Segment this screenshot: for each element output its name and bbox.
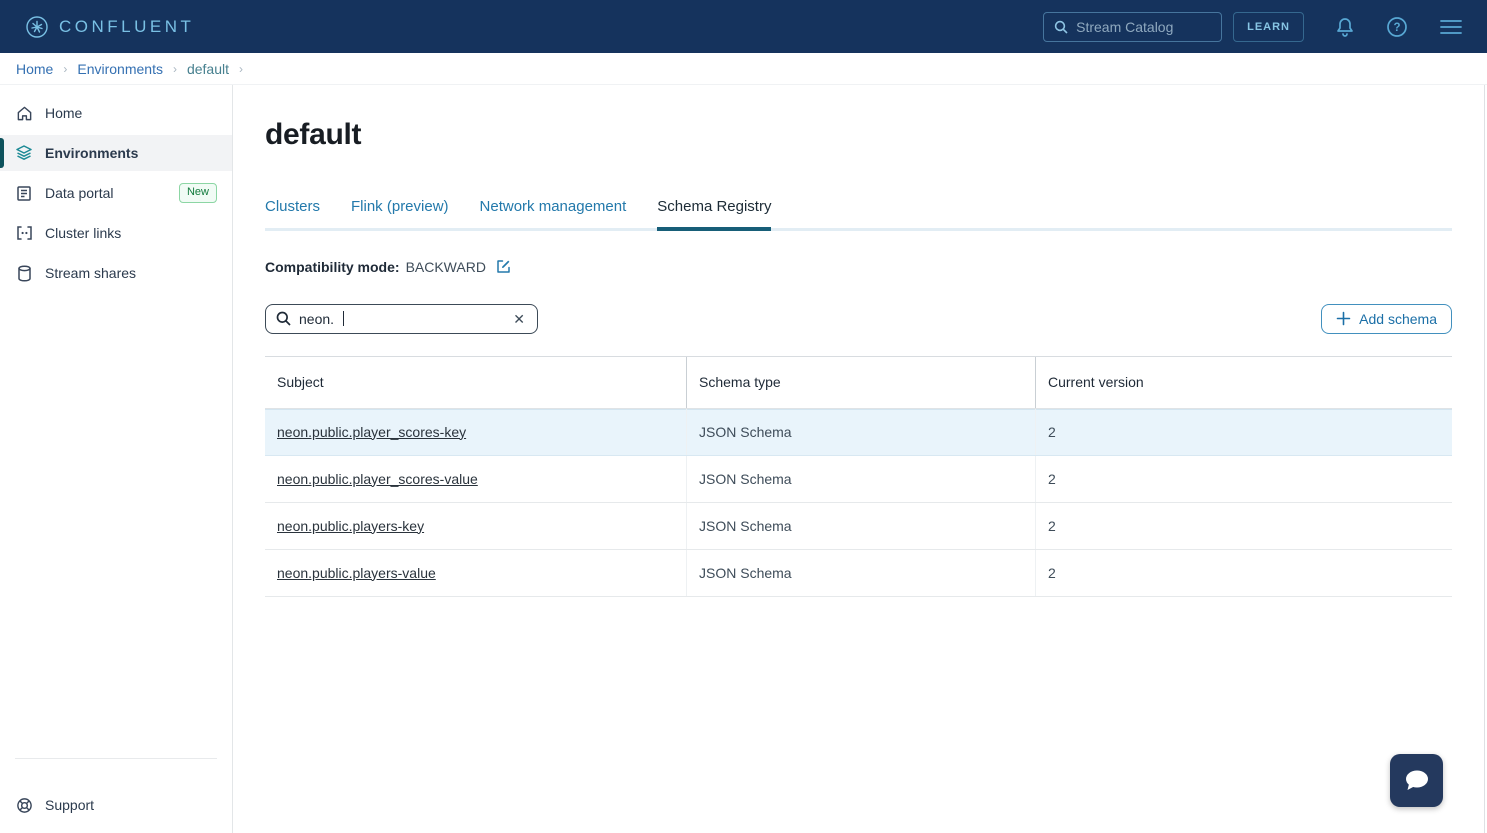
main-menu-button[interactable] <box>1439 18 1463 36</box>
subject-link[interactable]: neon.public.players-value <box>277 565 436 581</box>
tab-network-management[interactable]: Network management <box>480 198 627 231</box>
breadcrumb: Home › Environments › default › <box>0 53 1487 85</box>
sidebar-item-cluster-links[interactable]: Cluster links <box>0 215 232 251</box>
tab-flink-preview[interactable]: Flink (preview) <box>351 198 449 231</box>
compatibility-mode-label: Compatibility mode: <box>265 259 400 275</box>
breadcrumb-home[interactable]: Home <box>16 61 53 77</box>
lifebuoy-icon <box>15 797 33 814</box>
top-navbar: CONFLUENT Stream Catalog LEARN <box>0 0 1487 53</box>
schema-type-cell: JSON Schema <box>687 409 1036 455</box>
compatibility-mode-value: BACKWARD <box>406 259 486 275</box>
learn-button[interactable]: LEARN <box>1233 12 1304 42</box>
sidebar-item-label: Data portal <box>45 185 113 201</box>
main-content: default Clusters Flink (preview) Network… <box>233 85 1487 833</box>
table-toolbar: neon. ✕ Add schema <box>265 304 1452 334</box>
subject-link[interactable]: neon.public.players-key <box>277 518 424 534</box>
tab-schema-registry[interactable]: Schema Registry <box>657 198 771 231</box>
subject-link[interactable]: neon.public.player_scores-value <box>277 471 478 487</box>
confluent-logo-icon <box>25 15 49 39</box>
hamburger-icon <box>1439 18 1463 36</box>
chevron-right-icon: › <box>63 62 67 76</box>
sidebar-item-label: Support <box>45 797 94 813</box>
chevron-right-icon: › <box>173 62 177 76</box>
breadcrumb-environments[interactable]: Environments <box>77 61 163 77</box>
search-input-value: neon. <box>299 311 334 327</box>
column-header-subject[interactable]: Subject <box>265 357 687 408</box>
schema-type-cell: JSON Schema <box>687 503 1036 549</box>
sidebar-item-support[interactable]: Support <box>0 787 232 823</box>
scrollbar-track[interactable] <box>1484 85 1485 833</box>
add-schema-label: Add schema <box>1359 311 1437 327</box>
current-version-cell: 2 <box>1036 456 1452 502</box>
table-header-row: Subject Schema type Current version <box>265 357 1452 409</box>
table-row[interactable]: neon.public.players-value JSON Schema 2 <box>265 550 1452 597</box>
chat-bubble-icon <box>1402 767 1432 795</box>
table-row[interactable]: neon.public.player_scores-value JSON Sch… <box>265 456 1452 503</box>
sidebar-item-label: Home <box>45 105 82 121</box>
new-badge: New <box>179 183 217 202</box>
sidebar-item-label: Environments <box>45 145 138 161</box>
compatibility-mode-row: Compatibility mode: BACKWARD <box>265 259 1452 275</box>
tab-bar: Clusters Flink (preview) Network managem… <box>265 198 1452 231</box>
notifications-button[interactable] <box>1335 16 1355 38</box>
search-icon <box>276 311 291 326</box>
schema-type-cell: JSON Schema <box>687 456 1036 502</box>
sidebar: Home Environments Data portal New <box>0 85 233 833</box>
edit-pencil-icon <box>496 259 511 274</box>
sidebar-item-home[interactable]: Home <box>0 95 232 131</box>
sidebar-item-environments[interactable]: Environments <box>0 135 232 171</box>
svg-text:?: ? <box>1393 22 1400 34</box>
column-header-schema-type[interactable]: Schema type <box>687 357 1036 408</box>
sidebar-item-label: Cluster links <box>45 225 121 241</box>
clear-search-button[interactable]: ✕ <box>511 310 527 328</box>
chat-widget-button[interactable] <box>1390 754 1443 807</box>
environments-layers-icon <box>15 144 33 162</box>
column-header-current-version[interactable]: Current version <box>1036 357 1452 408</box>
confluent-brand[interactable]: CONFLUENT <box>25 15 194 39</box>
brand-name: CONFLUENT <box>59 17 194 37</box>
table-row[interactable]: neon.public.player_scores-key JSON Schem… <box>265 409 1452 456</box>
help-button[interactable]: ? <box>1386 16 1408 38</box>
sidebar-item-stream-shares[interactable]: Stream shares <box>0 255 232 291</box>
plus-icon <box>1336 311 1351 326</box>
subject-link[interactable]: neon.public.player_scores-key <box>277 424 466 440</box>
tab-clusters[interactable]: Clusters <box>265 198 320 231</box>
sidebar-divider <box>15 758 217 759</box>
database-cylinder-icon <box>15 265 33 282</box>
stream-catalog-placeholder: Stream Catalog <box>1076 19 1173 35</box>
home-icon <box>15 105 33 122</box>
text-caret <box>343 311 344 326</box>
page-title: default <box>265 118 1452 152</box>
current-version-cell: 2 <box>1036 550 1452 596</box>
chevron-right-icon: › <box>239 62 243 76</box>
cluster-links-icon <box>15 225 33 241</box>
edit-compatibility-button[interactable] <box>496 259 511 274</box>
sidebar-item-label: Stream shares <box>45 265 136 281</box>
current-version-cell: 2 <box>1036 409 1452 455</box>
stream-catalog-search[interactable]: Stream Catalog <box>1043 12 1222 42</box>
breadcrumb-default[interactable]: default <box>187 61 229 77</box>
bell-icon <box>1335 16 1355 38</box>
table-row[interactable]: neon.public.players-key JSON Schema 2 <box>265 503 1452 550</box>
sidebar-item-data-portal[interactable]: Data portal New <box>0 175 232 211</box>
question-mark-icon: ? <box>1386 16 1408 38</box>
subject-search-input[interactable]: neon. ✕ <box>265 304 538 334</box>
schema-subjects-table: Subject Schema type Current version neon… <box>265 356 1452 597</box>
current-version-cell: 2 <box>1036 503 1452 549</box>
search-icon <box>1054 20 1068 34</box>
document-icon <box>15 185 33 202</box>
schema-type-cell: JSON Schema <box>687 550 1036 596</box>
add-schema-button[interactable]: Add schema <box>1321 304 1452 334</box>
